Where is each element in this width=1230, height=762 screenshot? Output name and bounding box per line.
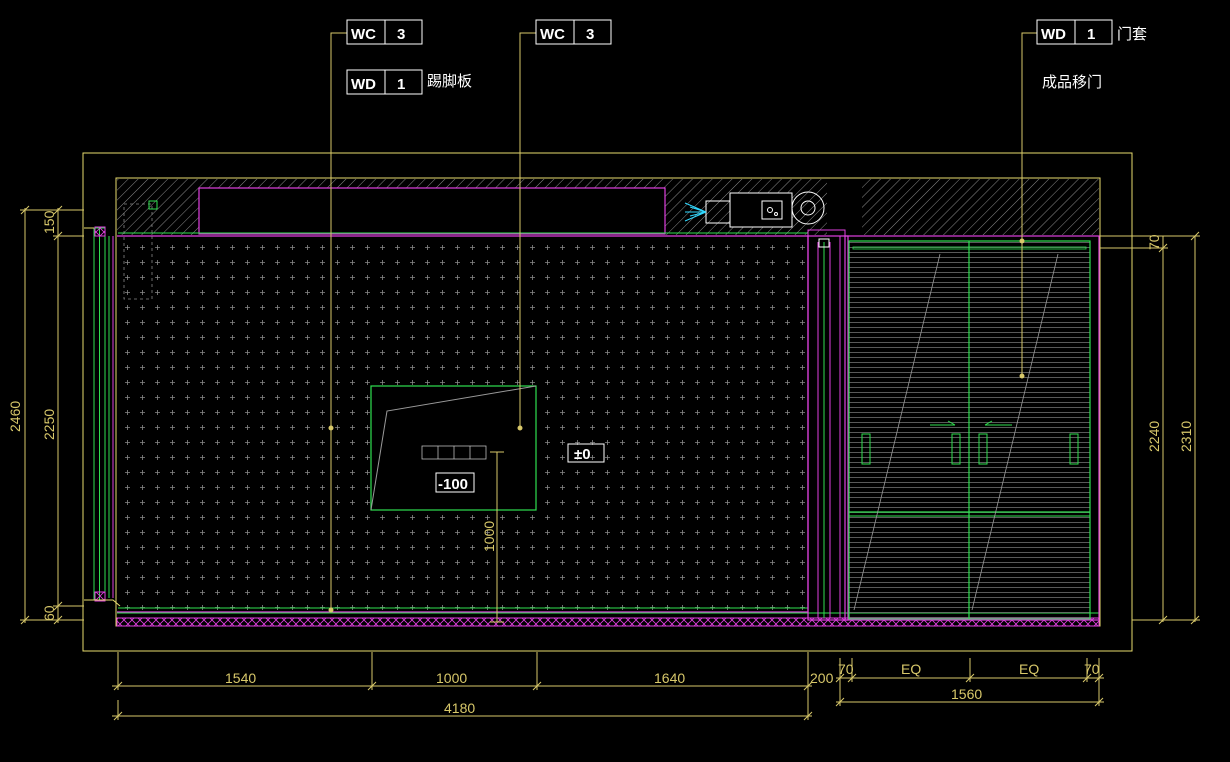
dim-2460: 2460 <box>7 401 23 432</box>
tag-note: 踢脚板 <box>427 72 472 90</box>
tag-code: WC <box>351 26 376 43</box>
tag-num: 1 <box>1087 26 1095 43</box>
tag-num: 3 <box>397 26 405 43</box>
dim-2310: 2310 <box>1178 421 1194 452</box>
dim-70-left: 70 <box>838 661 854 677</box>
dim-1640: 1640 <box>654 670 685 686</box>
level-recess-text: -100 <box>438 476 468 493</box>
dim-1560: 1560 <box>951 686 982 702</box>
ceiling-hatch-left <box>117 179 199 235</box>
dim-eq-left: EQ <box>901 661 921 677</box>
left-column <box>84 226 121 607</box>
dim-1540: 1540 <box>225 670 256 686</box>
elevation-drawing: WC 3 WD 1 踢脚板 WC 3 WD 1 门套 成品移门 ±0 -100 … <box>7 19 1200 721</box>
dim-eq-right: EQ <box>1019 661 1039 677</box>
dim-inner-text: 1000 <box>481 521 497 552</box>
ceiling-recess <box>198 187 666 235</box>
tag-code: WD <box>1041 26 1066 43</box>
tag-num: 3 <box>586 26 594 43</box>
dim-1000: 1000 <box>436 670 467 686</box>
tag-wd-1-door-frame[interactable]: WD 1 门套 <box>1036 19 1147 45</box>
sliding-door <box>844 235 1100 621</box>
dim-200: 200 <box>810 670 834 686</box>
level-floor-text: ±0 <box>574 446 591 463</box>
dim-2240: 2240 <box>1146 421 1162 452</box>
tag-wc-3-left[interactable]: WC 3 <box>346 19 423 45</box>
door-jamb <box>807 229 849 621</box>
tag-wd-1-skirting[interactable]: WD 1 踢脚板 <box>346 69 472 95</box>
tag-note: 门套 <box>1117 25 1147 43</box>
door-note: 成品移门 <box>1042 73 1102 91</box>
dim-150: 150 <box>41 210 57 234</box>
dim-4180: 4180 <box>444 700 475 716</box>
tag-wc-3-right[interactable]: WC 3 <box>535 19 612 45</box>
dim-60: 60 <box>41 605 57 621</box>
tag-num: 1 <box>397 76 405 93</box>
tag-code: WC <box>540 26 565 43</box>
dim-2250: 2250 <box>41 409 57 440</box>
ceiling-hatch-strip <box>199 179 665 188</box>
tag-code: WD <box>351 76 376 93</box>
dim-70-top: 70 <box>1146 234 1162 250</box>
dim-70-right: 70 <box>1084 661 1100 677</box>
ceiling-hatch-right <box>862 179 1099 235</box>
